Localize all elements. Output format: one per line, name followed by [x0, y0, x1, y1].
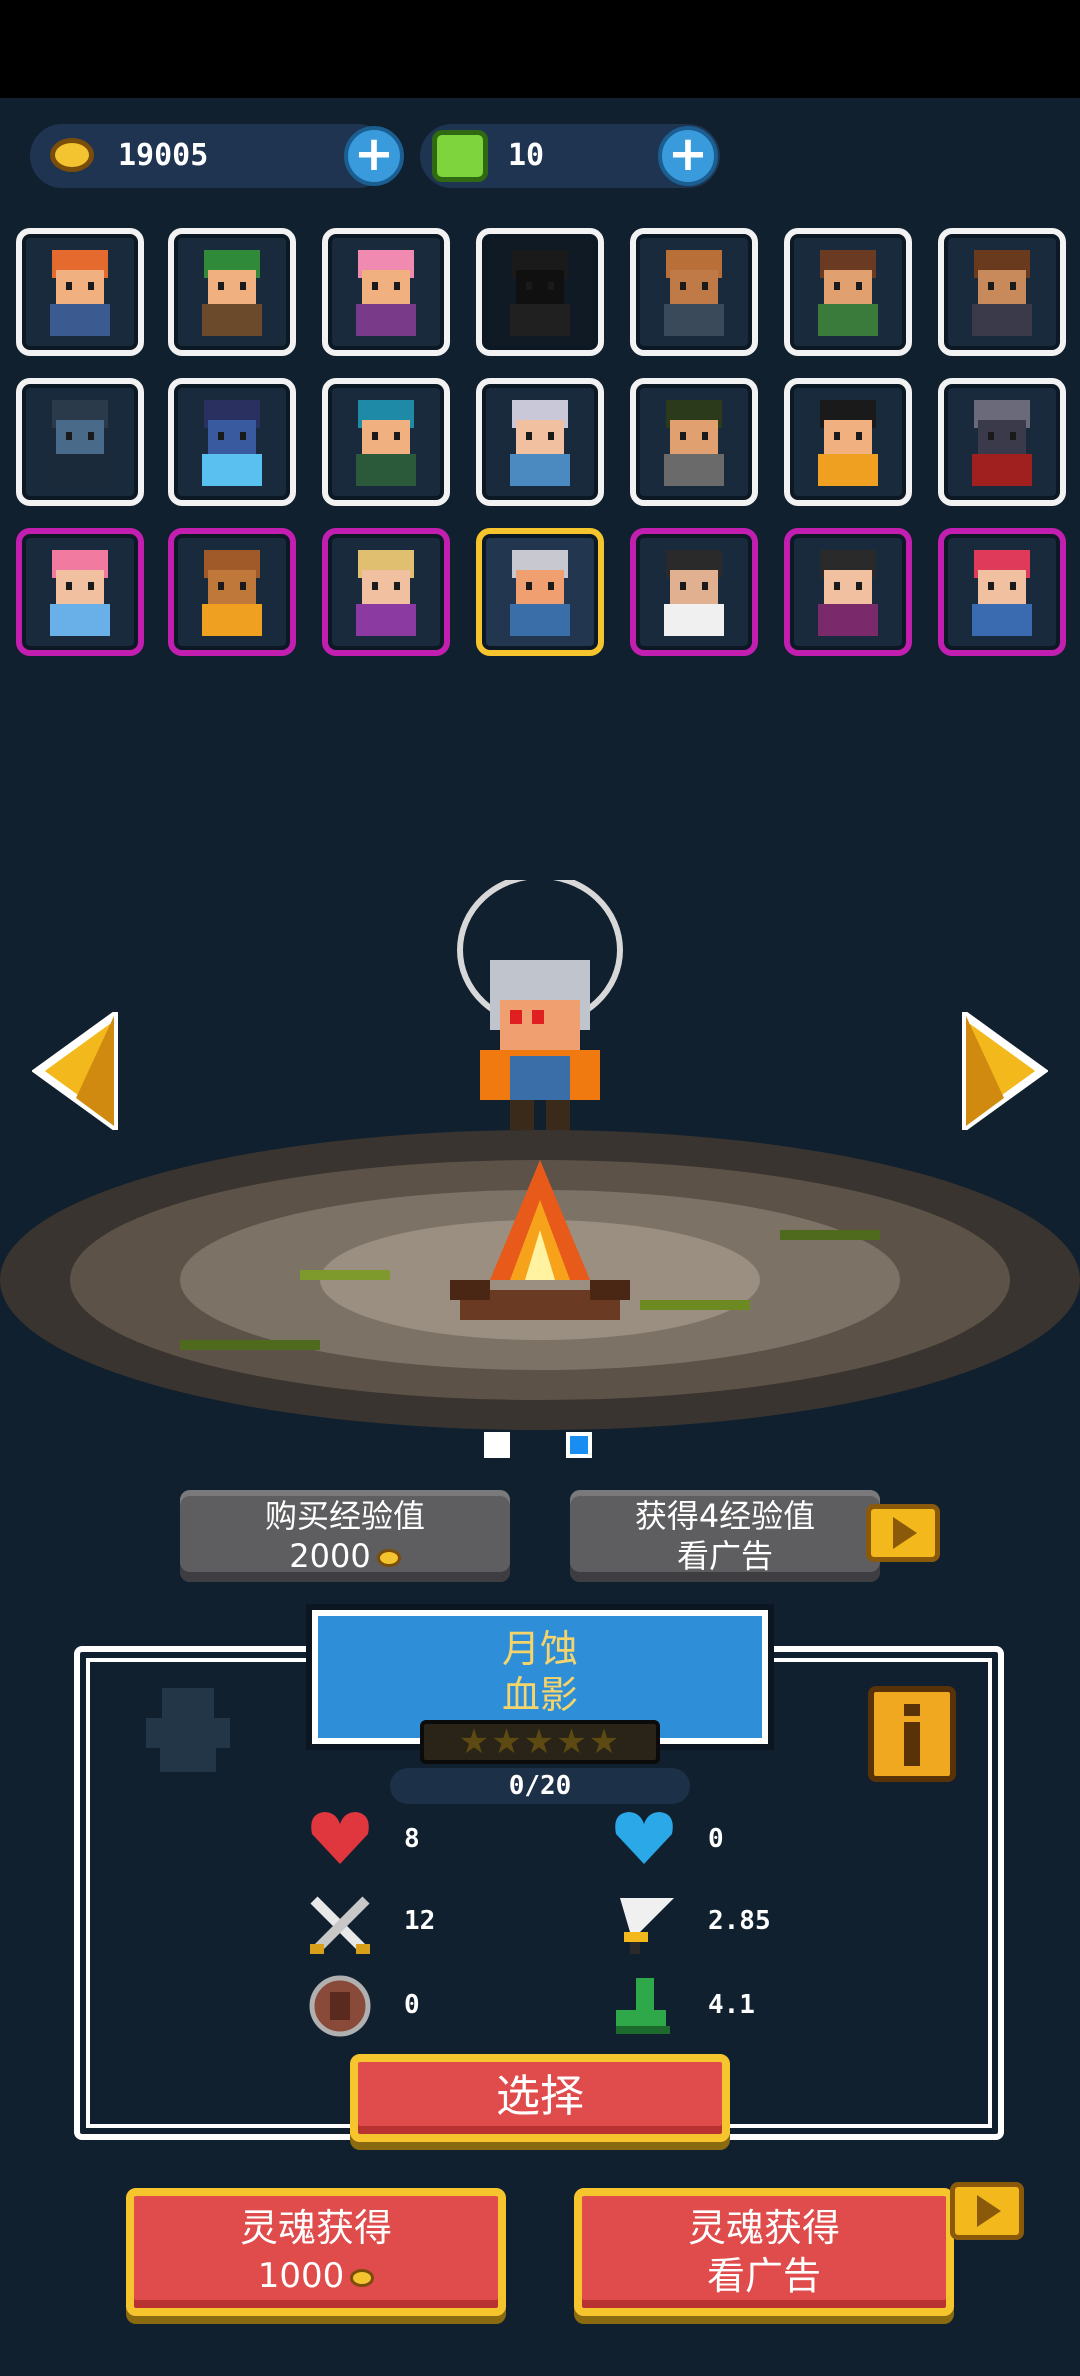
hero-bandana-portrait-icon [818, 250, 878, 336]
hero-pink-hair-portrait-icon [356, 250, 416, 336]
hero-priestess[interactable] [322, 528, 450, 656]
hero-name-line1: 月蚀 [501, 1627, 578, 1671]
hero-headband[interactable] [630, 378, 758, 506]
buy-exp-price: 2000 [289, 1537, 371, 1575]
coin-icon [350, 2268, 375, 2287]
hero-shark[interactable] [938, 378, 1066, 506]
hero-blue-hair[interactable] [322, 378, 450, 506]
gold-counter: 19005 [30, 124, 390, 188]
hero-pink-horns[interactable] [16, 528, 144, 656]
hero-tiki-portrait-icon [202, 550, 262, 636]
hero-bearded-portrait-icon [972, 250, 1032, 336]
shield-armor-icon [309, 1975, 371, 2037]
blue-heart-shield-icon [615, 1812, 673, 1864]
gold-amount: 19005 [118, 138, 209, 173]
hero-silver-elf[interactable] [476, 378, 604, 506]
hero-red-hair[interactable] [16, 228, 144, 356]
hero-red-hair-portrait-icon [50, 250, 110, 336]
hero-bearded[interactable] [938, 228, 1066, 356]
hero-robot[interactable] [16, 378, 144, 506]
ad-exp-label: 获得4经验值 [634, 1497, 816, 1535]
hero-shark-portrait-icon [972, 400, 1032, 486]
selected-hero-sprite [457, 880, 623, 1130]
hero-dancer[interactable] [784, 378, 912, 506]
green-gem-icon [432, 130, 488, 182]
buy-exp-button[interactable]: 购买经验值 2000 [180, 1490, 510, 1582]
crossed-swords-icon [310, 1896, 370, 1954]
soul-ad-sub: 看广告 [706, 2254, 821, 2298]
hero-pink-horns-portrait-icon [50, 550, 110, 636]
info-button[interactable] [868, 1686, 956, 1782]
soul-ad-button[interactable]: 灵魂获得 看广告 [574, 2188, 954, 2316]
hero-dancer-portrait-icon [818, 400, 878, 486]
hero-dark-knight-portrait-icon [202, 400, 262, 486]
stat-crit: 2.85 [708, 1906, 771, 1936]
buy-exp-label: 购买经验值 [264, 1497, 425, 1535]
hero-ninja[interactable] [784, 528, 912, 656]
stat-attack: 12 [404, 1906, 436, 1936]
hero-ninja-portrait-icon [818, 550, 878, 636]
hero-green-hat-portrait-icon [202, 250, 262, 336]
hero-blue-hair-portrait-icon [356, 400, 416, 486]
hero-priestess-portrait-icon [356, 550, 416, 636]
hero-blue-twin-portrait-icon [972, 550, 1032, 636]
soul-buy-button[interactable]: 灵魂获得 1000 [126, 2188, 506, 2316]
hero-pink-hair[interactable] [322, 228, 450, 356]
page-dot-1[interactable] [484, 1432, 510, 1458]
hero-bald[interactable] [630, 228, 758, 356]
soul-buy-price: 1000 [257, 2256, 345, 2296]
star-rating: ★★★★★ [420, 1720, 660, 1764]
ad-exp-button[interactable]: 获得4经验值 看广告 [570, 1490, 880, 1582]
heart-icon [311, 1812, 369, 1864]
hero-silver-selected[interactable] [476, 528, 604, 656]
select-hero-button[interactable]: 选择 [350, 2054, 730, 2142]
hero-locked-shadow-portrait-icon [510, 250, 570, 336]
hero-tiki[interactable] [168, 528, 296, 656]
video-ad-icon[interactable] [950, 2182, 1024, 2240]
stat-hp: 8 [404, 1824, 420, 1854]
hero-silver-elf-portrait-icon [510, 400, 570, 486]
hero-dark-knight[interactable] [168, 378, 296, 506]
gold-coin-icon [50, 138, 94, 172]
hero-robot-portrait-icon [50, 400, 110, 486]
add-gem-button[interactable]: + [658, 126, 718, 186]
hero-bald-portrait-icon [664, 250, 724, 336]
video-ad-icon[interactable] [866, 1504, 940, 1562]
speed-boot-icon [616, 1978, 670, 2034]
hero-gunslinger[interactable] [630, 528, 758, 656]
soul-buy-label: 灵魂获得 [239, 2206, 392, 2250]
soul-ad-label: 灵魂获得 [687, 2206, 840, 2250]
hero-level: 0/20 [390, 1768, 690, 1804]
hero-headband-portrait-icon [664, 400, 724, 486]
hero-class-silhouette-icon [146, 1688, 230, 1772]
hero-green-hat[interactable] [168, 228, 296, 356]
hero-blue-twin[interactable] [938, 528, 1066, 656]
hero-locked-shadow[interactable] [476, 228, 604, 356]
coin-icon [376, 1549, 401, 1567]
hero-silver-selected-portrait-icon [510, 550, 570, 636]
page-dot-2-active[interactable] [566, 1432, 592, 1458]
hero-name-line2: 血影 [501, 1673, 578, 1717]
hero-bandana[interactable] [784, 228, 912, 356]
ad-exp-sub: 看广告 [676, 1537, 773, 1575]
stat-shield: 0 [708, 1824, 724, 1854]
gem-amount: 10 [508, 138, 545, 173]
critical-sword-icon [620, 1898, 674, 1954]
status-bar [0, 0, 1080, 98]
stat-armor: 0 [404, 1990, 420, 2020]
select-label: 选择 [496, 2071, 584, 2122]
hero-gunslinger-portrait-icon [664, 550, 724, 636]
add-gold-button[interactable]: + [344, 126, 404, 186]
stat-speed: 4.1 [708, 1990, 755, 2020]
